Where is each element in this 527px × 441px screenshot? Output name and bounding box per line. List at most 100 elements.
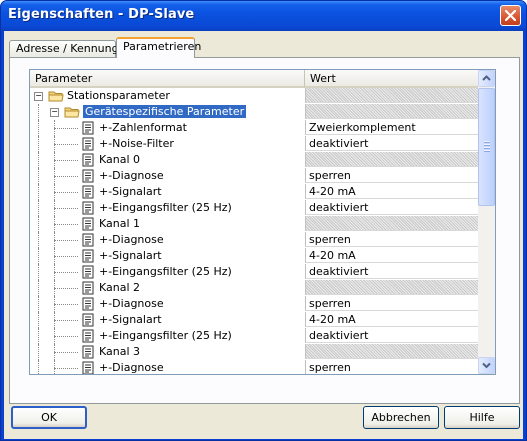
cancel-button[interactable]: Abbrechen xyxy=(363,406,439,429)
value-text: 4-20 mA xyxy=(309,313,356,326)
tab-parametrieren[interactable]: Parametrieren xyxy=(116,37,201,58)
value-text: 4-20 mA xyxy=(309,185,356,198)
ok-button-label: OK xyxy=(41,411,57,424)
value-cell-empty xyxy=(305,104,491,119)
tree-folder-row[interactable]: − Stationsparameter xyxy=(30,88,495,104)
tree-param-row[interactable]: +-Noise-Filter deaktiviert xyxy=(30,136,495,152)
tab-label: Parametrieren xyxy=(123,40,202,53)
tree-item-text: +-Signalart xyxy=(99,249,162,262)
tree-item-text: +-Signalart xyxy=(99,185,162,198)
tree-param-row[interactable]: Kanal 2 xyxy=(30,280,495,296)
tree-item-text: +-Eingangsfilter (25 Hz) xyxy=(99,201,232,214)
tree-item-label[interactable]: +-Diagnose xyxy=(99,168,164,184)
tab-adresse-kennung[interactable]: Adresse / Kennung xyxy=(9,40,119,57)
value-cell-empty xyxy=(305,280,491,295)
tree-param-row[interactable]: Kanal 1 xyxy=(30,216,495,232)
parameter-doc-icon xyxy=(82,345,94,359)
parameter-doc-icon xyxy=(82,201,94,215)
tree-item-label[interactable]: +-Diagnose xyxy=(99,296,164,312)
tree-item-label[interactable]: +-Signalart xyxy=(99,248,162,264)
value-cell-empty xyxy=(305,152,491,167)
parameter-doc-icon xyxy=(82,153,94,167)
tree-item-label[interactable]: +-Zahlenformat xyxy=(99,120,187,136)
tree-param-row[interactable]: +-Eingangsfilter (25 Hz) deaktiviert xyxy=(30,328,495,344)
parameter-tree-list[interactable]: Parameter Wert − Stationsparameter − Geräte… xyxy=(29,69,496,375)
tree-lines xyxy=(30,280,290,296)
value-cell[interactable]: 4-20 mA xyxy=(305,312,491,327)
parameter-doc-icon xyxy=(82,329,94,343)
vertical-scrollbar[interactable] xyxy=(478,70,495,374)
tree-param-row[interactable]: Kanal 3 xyxy=(30,344,495,360)
value-cell[interactable]: deaktiviert xyxy=(305,136,491,151)
dialog-body: Adresse / Kennung Parametrieren Paramete… xyxy=(4,31,523,439)
tree-item-text: +-Signalart xyxy=(99,313,162,326)
tree-item-text: Kanal 3 xyxy=(99,345,141,358)
folder-icon xyxy=(48,91,64,102)
scroll-up-button[interactable] xyxy=(478,70,495,87)
parameter-doc-icon xyxy=(82,281,94,295)
tree-item-label[interactable]: +-Eingangsfilter (25 Hz) xyxy=(99,328,232,344)
tree-param-row[interactable]: +-Diagnose sperren xyxy=(30,168,495,184)
tree-param-row[interactable]: +-Signalart 4-20 mA xyxy=(30,248,495,264)
window-title: Eigenschaften - DP-Slave xyxy=(8,7,195,22)
value-cell[interactable]: sperren xyxy=(305,168,491,183)
scroll-down-button[interactable] xyxy=(478,357,495,374)
tree-item-label[interactable]: +-Signalart xyxy=(99,184,162,200)
tree-item-label[interactable]: Gerätespezifische Parameter xyxy=(83,104,247,120)
tree-rows: − Stationsparameter − Gerätespezifische Par… xyxy=(30,88,495,374)
title-bar[interactable]: Eigenschaften - DP-Slave xyxy=(1,1,526,31)
tree-item-label[interactable]: +-Signalart xyxy=(99,312,162,328)
value-cell-empty xyxy=(305,216,491,231)
tree-lines xyxy=(30,152,290,168)
value-text: sperren xyxy=(309,169,351,182)
tree-param-row[interactable]: +-Zahlenformat Zweierkomplement xyxy=(30,120,495,136)
tree-item-label[interactable]: Stationsparameter xyxy=(67,88,170,104)
parameter-doc-icon xyxy=(82,313,94,327)
value-cell[interactable]: 4-20 mA xyxy=(305,184,491,199)
value-text: sperren xyxy=(309,361,351,374)
collapse-minus-icon[interactable]: − xyxy=(50,108,59,117)
value-text: Zweierkomplement xyxy=(309,121,416,134)
close-button[interactable] xyxy=(500,5,521,26)
column-header-parameter[interactable]: Parameter xyxy=(30,70,305,88)
value-cell[interactable]: Zweierkomplement xyxy=(305,120,491,135)
tree-param-row[interactable]: +-Eingangsfilter (25 Hz) deaktiviert xyxy=(30,264,495,280)
ok-button[interactable]: OK xyxy=(11,406,87,429)
tree-item-label[interactable]: +-Diagnose xyxy=(99,232,164,248)
value-cell[interactable]: deaktiviert xyxy=(305,200,491,215)
value-text: deaktiviert xyxy=(309,329,369,342)
tree-item-label[interactable]: +-Eingangsfilter (25 Hz) xyxy=(99,264,232,280)
value-cell[interactable]: deaktiviert xyxy=(305,264,491,279)
tree-item-label[interactable]: +-Eingangsfilter (25 Hz) xyxy=(99,200,232,216)
arrow-down-icon xyxy=(482,362,491,369)
column-header-label: Parameter xyxy=(35,72,93,85)
collapse-minus-icon[interactable]: − xyxy=(34,92,43,101)
tree-folder-row[interactable]: − Gerätespezifische Parameter xyxy=(30,104,495,120)
value-cell[interactable]: 4-20 mA xyxy=(305,248,491,263)
parameter-doc-icon xyxy=(82,169,94,183)
tree-param-row[interactable]: Kanal 0 xyxy=(30,152,495,168)
tree-param-row[interactable]: +-Diagnose sperren xyxy=(30,296,495,312)
tree-lines xyxy=(30,344,290,360)
column-header-wert[interactable]: Wert xyxy=(305,70,495,88)
tree-param-row[interactable]: +-Diagnose sperren xyxy=(30,360,495,374)
value-cell[interactable]: sperren xyxy=(305,360,491,374)
tree-item-label[interactable]: Kanal 0 xyxy=(99,152,140,168)
parameter-doc-icon xyxy=(82,361,94,374)
help-button[interactable]: Hilfe xyxy=(444,406,520,429)
tree-param-row[interactable]: +-Signalart 4-20 mA xyxy=(30,184,495,200)
tree-param-row[interactable]: +-Signalart 4-20 mA xyxy=(30,312,495,328)
value-cell-empty xyxy=(305,88,491,103)
tree-item-label[interactable]: Kanal 3 xyxy=(99,344,140,360)
tree-item-label[interactable]: +-Diagnose xyxy=(99,360,164,374)
value-cell[interactable]: deaktiviert xyxy=(305,328,491,343)
tree-param-row[interactable]: +-Eingangsfilter (25 Hz) deaktiviert xyxy=(30,200,495,216)
value-cell-empty xyxy=(305,344,491,359)
tree-param-row[interactable]: +-Diagnose sperren xyxy=(30,232,495,248)
tree-item-label[interactable]: +-Noise-Filter xyxy=(99,136,174,152)
tree-item-label[interactable]: Kanal 1 xyxy=(99,216,140,232)
value-cell[interactable]: sperren xyxy=(305,232,491,247)
value-cell[interactable]: sperren xyxy=(305,296,491,311)
tree-item-label[interactable]: Kanal 2 xyxy=(99,280,140,296)
scroll-thumb[interactable] xyxy=(478,88,495,206)
